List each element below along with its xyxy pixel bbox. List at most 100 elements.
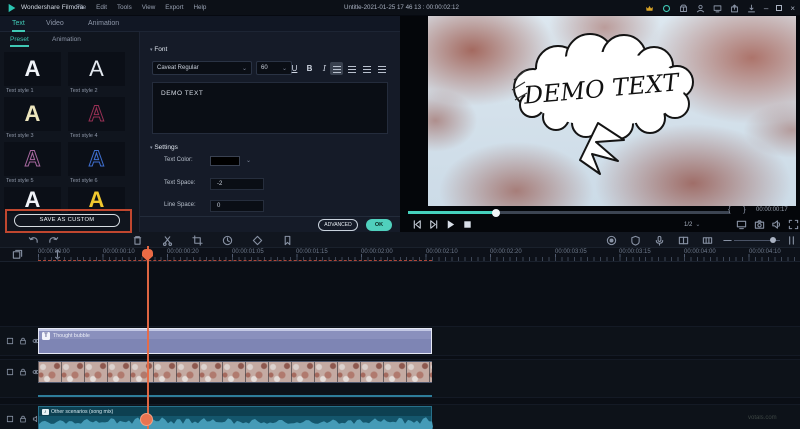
- bold-button[interactable]: B: [303, 63, 316, 75]
- voiceover-mic-icon[interactable]: [654, 235, 665, 246]
- text-color-swatch[interactable]: [210, 156, 240, 166]
- menu-item-edit[interactable]: Edit: [96, 4, 107, 11]
- project-title: Untitle-2021-01-25 17 46 13 : 00:00:02:1…: [344, 4, 459, 11]
- zoom-slider-handle[interactable]: [770, 237, 776, 243]
- lock-icon[interactable]: [19, 368, 27, 376]
- subtab-animation[interactable]: Animation: [52, 36, 81, 43]
- play-button[interactable]: [445, 219, 456, 230]
- filmora-logo-icon: [8, 3, 16, 13]
- zoom-out-icon[interactable]: [722, 235, 733, 246]
- undo-icon[interactable]: [28, 235, 39, 246]
- keyframe-diamond-icon[interactable]: [252, 235, 263, 246]
- advanced-button[interactable]: ADVANCED: [318, 219, 358, 231]
- timeline-panel: 00:00:00:00 00:00:00:10 00:00:00:20 00:0…: [0, 232, 800, 429]
- line-space-input[interactable]: 0: [210, 200, 264, 212]
- underline-button[interactable]: U: [288, 63, 301, 75]
- font-family-select[interactable]: Caveat Regular ⌄: [152, 61, 252, 75]
- text-space-input[interactable]: -2: [210, 178, 264, 190]
- split-scissors-icon[interactable]: [162, 235, 173, 246]
- subtab-preset[interactable]: Preset: [10, 36, 29, 47]
- share-icon[interactable]: [730, 3, 739, 13]
- split-screen-icon[interactable]: [678, 235, 689, 246]
- download-icon[interactable]: [747, 4, 756, 13]
- mute-speaker-icon[interactable]: [771, 219, 782, 230]
- mark-in-icon[interactable]: {: [728, 205, 731, 214]
- font-section-header[interactable]: ▾ Font: [150, 46, 167, 53]
- text-style-4[interactable]: A: [68, 97, 125, 131]
- playhead-line[interactable]: [147, 246, 149, 429]
- mark-out-icon[interactable]: }: [743, 205, 746, 214]
- next-frame-button[interactable]: [428, 219, 439, 230]
- manage-tracks-icon[interactable]: [12, 249, 23, 260]
- snapshot-camera-icon[interactable]: [754, 219, 765, 230]
- settings-section-title: Settings: [154, 144, 178, 151]
- lock-icon[interactable]: [19, 337, 27, 345]
- user-icon[interactable]: [696, 4, 705, 13]
- video-canvas[interactable]: DEMO TEXT: [428, 16, 796, 206]
- close-button[interactable]: ×: [790, 4, 795, 13]
- maximize-button[interactable]: [776, 5, 783, 11]
- align-left-button[interactable]: [330, 62, 343, 75]
- menu-item-file[interactable]: File: [76, 4, 86, 11]
- playhead-audio-handle[interactable]: [140, 413, 153, 426]
- audio-clip[interactable]: ♪ Other scenarios (song mix): [38, 406, 433, 429]
- stop-button[interactable]: [462, 219, 473, 230]
- lock-icon[interactable]: [19, 415, 27, 423]
- menu-item-view[interactable]: View: [142, 4, 156, 11]
- tab-video[interactable]: Video: [46, 20, 64, 27]
- playback-quality-select[interactable]: 1/2 ⌄: [684, 219, 712, 230]
- screen-record-icon[interactable]: [606, 235, 617, 246]
- seek-handle[interactable]: [492, 208, 500, 217]
- watermark-text: votals.com: [748, 415, 777, 421]
- menu-item-export[interactable]: Export: [165, 4, 183, 11]
- text-clip-type-icon: T: [42, 332, 50, 340]
- store-icon[interactable]: [679, 4, 688, 13]
- speed-clock-icon[interactable]: [222, 235, 233, 246]
- screen-icon[interactable]: [713, 4, 722, 13]
- font-size-value: 60: [261, 65, 268, 71]
- align-justify-button[interactable]: [375, 62, 388, 75]
- settings-section-header[interactable]: ▾ Settings: [150, 144, 178, 151]
- fullscreen-icon[interactable]: [788, 219, 799, 230]
- collapsed-track-strip[interactable]: [38, 395, 432, 397]
- style-label: Text style 4: [70, 133, 98, 139]
- timeline-zoom-slider[interactable]: [734, 237, 780, 243]
- align-right-button[interactable]: [360, 62, 373, 75]
- render-film-icon[interactable]: [702, 235, 713, 246]
- tab-text[interactable]: Text: [12, 20, 25, 32]
- redo-icon[interactable]: [48, 235, 59, 246]
- minimize-button[interactable]: –: [764, 4, 768, 13]
- tab-animation[interactable]: Animation: [88, 20, 119, 27]
- text-clip[interactable]: T Thought bubble: [38, 328, 432, 354]
- display-device-icon[interactable]: [736, 219, 747, 230]
- menu-bar: File Edit Tools View Export Help: [76, 4, 206, 11]
- text-style-5[interactable]: A: [4, 142, 61, 176]
- timeline-ruler[interactable]: 00:00:00:00 00:00:00:10 00:00:00:20 00:0…: [0, 248, 800, 262]
- text-style-6[interactable]: A: [68, 142, 125, 176]
- text-style-3[interactable]: A: [4, 97, 61, 131]
- upgrade-crown-icon[interactable]: [645, 4, 654, 13]
- marker-bookmark-icon[interactable]: [282, 235, 293, 246]
- chevron-down-icon[interactable]: ⌄: [246, 157, 251, 164]
- style-label: Text style 3: [6, 133, 34, 139]
- ok-button[interactable]: OK: [366, 219, 392, 231]
- text-style-1[interactable]: A: [4, 52, 61, 86]
- account-ring-icon[interactable]: [662, 4, 671, 13]
- menu-item-tools[interactable]: Tools: [117, 4, 132, 11]
- menu-item-help[interactable]: Help: [193, 4, 206, 11]
- zoom-fit-icon[interactable]: [786, 235, 797, 246]
- save-as-custom-button[interactable]: SAVE AS CUSTOM: [14, 214, 120, 227]
- previous-frame-button[interactable]: [412, 219, 423, 230]
- font-size-select[interactable]: 60 ⌄: [256, 61, 292, 75]
- delete-icon[interactable]: [132, 235, 143, 246]
- seek-bar[interactable]: [408, 208, 730, 217]
- collapse-caret-icon: ▾: [150, 145, 153, 151]
- video-clip[interactable]: [38, 361, 432, 383]
- text-content-input[interactable]: DEMO TEXT: [152, 82, 388, 134]
- crop-icon[interactable]: [192, 234, 203, 246]
- text-style-2[interactable]: A: [68, 52, 125, 86]
- font-family-value: Caveat Regular: [157, 65, 199, 71]
- thought-bubble-overlay[interactable]: DEMO TEXT: [498, 30, 708, 195]
- align-center-button[interactable]: [345, 62, 358, 75]
- mixer-shield-icon[interactable]: [630, 235, 641, 246]
